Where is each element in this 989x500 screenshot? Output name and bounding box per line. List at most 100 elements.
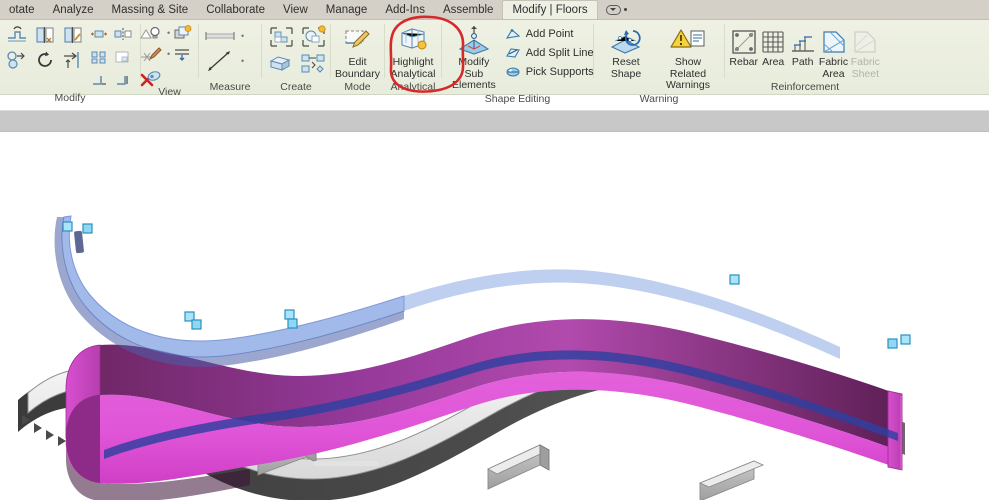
fabric-sheet-icon xyxy=(852,25,878,55)
trim-extend-corner-icon[interactable] xyxy=(88,69,110,91)
view-visibility-icon[interactable] xyxy=(145,65,165,85)
trim-extend-multiple-icon[interactable] xyxy=(112,69,134,91)
reveal-hidden-elements-icon[interactable] xyxy=(172,23,192,43)
dropdown-dot-icon[interactable]: • xyxy=(241,31,244,41)
tab-massing-and-site[interactable]: Massing & Site xyxy=(103,0,198,19)
align-icon[interactable] xyxy=(60,48,86,72)
horizontal-scrollbar[interactable] xyxy=(313,461,379,466)
chevron-down-icon[interactable] xyxy=(623,8,627,11)
tab-annotate[interactable]: otate xyxy=(0,0,44,19)
panel-label-view: View xyxy=(158,86,181,98)
panel-create: Create xyxy=(262,20,330,94)
add-split-line-button[interactable]: Add Split Line xyxy=(502,44,597,61)
area-reinforcement-button[interactable]: Area xyxy=(758,23,787,69)
drawing-canvas-3d-view[interactable] xyxy=(0,133,989,500)
panel-label-analytical: Analytical xyxy=(390,81,436,93)
show-related-warnings-button[interactable]: Show Related Warnings xyxy=(658,23,718,92)
tab-modify-floors[interactable]: Modify | Floors xyxy=(502,0,598,19)
show-related-warnings-icon xyxy=(670,25,706,55)
mirror-pick-axis-icon[interactable] xyxy=(112,23,134,45)
pick-supports-label: Pick Supports xyxy=(525,65,594,78)
show-related-warnings-label: Show Related Warnings xyxy=(666,56,710,91)
copy-icon[interactable] xyxy=(4,48,30,72)
fabric-area-icon xyxy=(821,25,847,55)
measure-between-references-icon[interactable] xyxy=(203,26,237,46)
modify-sub-elements-button[interactable]: Modify Sub Elements xyxy=(452,23,496,92)
control-point[interactable] xyxy=(900,334,911,345)
control-point[interactable] xyxy=(62,221,73,232)
fabric-sheet-button[interactable]: Fabric Sheet xyxy=(850,23,881,80)
tab-add-ins[interactable]: Add-Ins xyxy=(376,0,434,19)
control-point[interactable] xyxy=(82,223,93,234)
options-bar[interactable] xyxy=(0,110,989,132)
measure-along-element-icon[interactable] xyxy=(203,50,237,72)
dropdown-dot-icon[interactable]: • xyxy=(241,56,244,66)
panel-label-reinforcement: Reinforcement xyxy=(770,81,840,93)
panel-warning: Reset Shape Show Related Warnings Warnin… xyxy=(594,20,724,105)
panel-analytical: Highlight Analytical Analytical xyxy=(385,20,441,94)
fabric-area-button[interactable]: Fabric Area xyxy=(817,23,849,80)
pick-supports-button[interactable]: Pick Supports xyxy=(502,63,597,80)
ribbon-display-options[interactable] xyxy=(598,0,635,19)
tab-analyze[interactable]: Analyze xyxy=(44,0,103,19)
floor-model-3d xyxy=(18,215,911,500)
path-reinforcement-icon xyxy=(790,25,816,55)
join-geometry-icon[interactable] xyxy=(60,23,86,47)
temporary-hide-isolate-icon[interactable] xyxy=(145,23,165,43)
panel-label-mode: Mode xyxy=(344,81,371,93)
tab-assemble[interactable]: Assemble xyxy=(434,0,503,19)
override-graphics-icon[interactable] xyxy=(145,44,165,64)
highlight-analytical-icon xyxy=(397,25,429,55)
area-reinforcement-label: Area xyxy=(762,56,785,68)
ribbon-minimize-icon[interactable] xyxy=(605,4,621,15)
fabric-sheet-label: Fabric Sheet xyxy=(850,56,880,80)
path-reinforcement-button[interactable]: Path xyxy=(788,23,817,69)
control-point[interactable] xyxy=(887,338,898,349)
edit-boundary-icon xyxy=(342,25,374,55)
edit-boundary-label: Edit Boundary xyxy=(335,56,380,80)
array-icon[interactable] xyxy=(88,46,110,68)
cope-icon[interactable] xyxy=(4,23,30,47)
rebar-button[interactable]: Rebar xyxy=(729,23,758,69)
panel-modify: Modify xyxy=(0,20,156,104)
create-parts-icon[interactable] xyxy=(266,52,296,76)
move-icon[interactable] xyxy=(88,23,110,45)
add-point-icon xyxy=(505,26,522,41)
panel-mode: Edit Boundary Mode xyxy=(331,20,384,94)
tabbar-spacer xyxy=(635,0,989,19)
panel-view: • • View xyxy=(141,20,198,98)
panel-measure: • • Measure xyxy=(199,20,261,94)
control-point[interactable] xyxy=(729,274,740,285)
add-point-label: Add Point xyxy=(525,27,574,40)
ribbon: Modify • • View • • Measure Create Edit … xyxy=(0,20,989,105)
tab-collaborate[interactable]: Collaborate xyxy=(197,0,274,19)
add-split-line-label: Add Split Line xyxy=(525,46,594,59)
add-point-button[interactable]: Add Point xyxy=(502,25,597,42)
reset-shape-label: Reset Shape xyxy=(610,56,642,80)
create-similar-icon[interactable] xyxy=(266,24,296,50)
highlight-analytical-button[interactable]: Highlight Analytical xyxy=(389,23,437,80)
edit-boundary-button[interactable]: Edit Boundary xyxy=(335,23,380,80)
control-point[interactable] xyxy=(191,319,202,330)
control-point[interactable] xyxy=(287,318,298,329)
rotate-icon[interactable] xyxy=(32,48,58,72)
view-filters-icon[interactable] xyxy=(172,44,192,64)
tab-manage[interactable]: Manage xyxy=(317,0,377,19)
ribbon-slot xyxy=(74,230,84,254)
control-point[interactable] xyxy=(284,309,295,320)
add-split-line-icon xyxy=(505,45,522,60)
create-assembly-icon[interactable] xyxy=(298,52,328,76)
reset-shape-button[interactable]: Reset Shape xyxy=(600,23,652,80)
modify-sub-elements-icon xyxy=(457,25,491,55)
dropdown-dot-icon[interactable]: • xyxy=(167,49,170,59)
area-reinforcement-icon xyxy=(760,25,786,55)
tab-view[interactable]: View xyxy=(274,0,317,19)
cut-geometry-icon[interactable] xyxy=(32,23,58,47)
create-group-icon[interactable] xyxy=(298,24,328,50)
panel-label-measure: Measure xyxy=(209,81,251,93)
reset-shape-icon xyxy=(609,25,643,55)
path-reinforcement-label: Path xyxy=(791,56,814,68)
panel-shape-editing: Modify Sub Elements Add Point Add Split … xyxy=(442,20,594,105)
dropdown-dot-icon[interactable]: • xyxy=(167,28,170,38)
scale-icon[interactable] xyxy=(112,46,134,68)
